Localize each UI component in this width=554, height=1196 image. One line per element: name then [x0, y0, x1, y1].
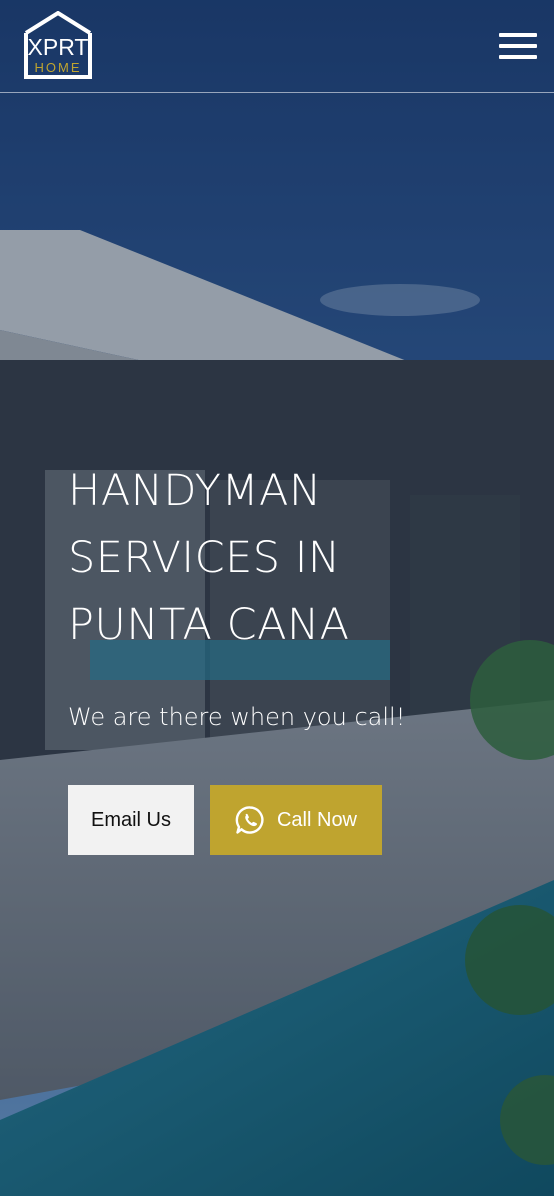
call-now-button[interactable]: Call Now [210, 785, 382, 855]
email-us-label: Email Us [90, 808, 171, 831]
hero-title-line-2: SERVICES IN [68, 533, 341, 583]
site-header: XPRT HOME [0, 0, 554, 93]
hero-title: HANDYMAN SERVICES IN PUNTA CANA [68, 458, 488, 659]
call-now-label: Call Now [276, 808, 358, 831]
hero-section: XPRT HOME HANDYMAN SERVICES IN PUNTA CAN… [0, 0, 554, 1196]
xprt-home-logo[interactable]: XPRT HOME [22, 11, 94, 81]
hero-title-line-3: PUNTA CANA [68, 600, 350, 650]
logo-text-bottom: HOME [35, 60, 82, 75]
email-us-button[interactable]: Email Us [68, 785, 194, 855]
logo-text-top: XPRT [28, 34, 89, 60]
whatsapp-icon [235, 806, 264, 834]
hamburger-menu-icon[interactable] [499, 33, 537, 59]
hero-title-line-1: HANDYMAN [68, 466, 322, 516]
hero-tagline: We are there when you call! [68, 703, 406, 731]
